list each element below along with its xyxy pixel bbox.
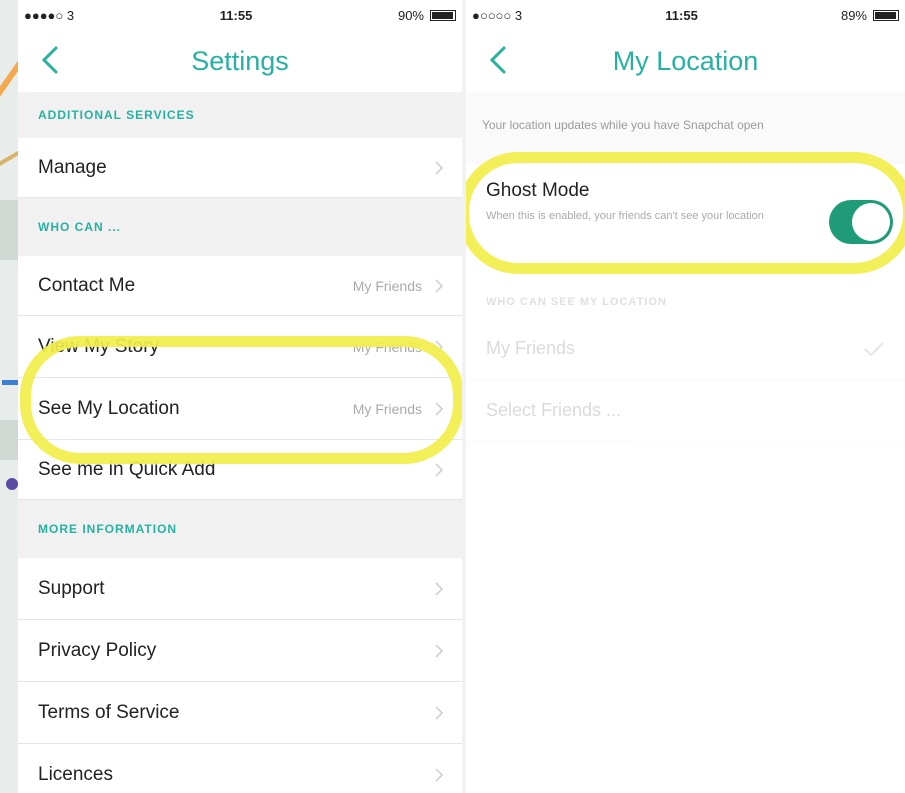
row-value: My Friends <box>352 338 422 355</box>
back-chevron-icon[interactable] <box>36 42 66 78</box>
row-label: Licences <box>38 763 113 785</box>
battery-percent: 89% <box>840 7 867 23</box>
row-label: Privacy Policy <box>38 639 157 661</box>
row-label: See My Location <box>38 397 180 419</box>
battery-icon <box>873 9 899 21</box>
signal-indicator: ●○○○○ 3 <box>472 7 523 23</box>
disabled-options: WHO CAN SEE MY LOCATION My Friends Selec… <box>466 264 905 442</box>
ghost-mode-row: Ghost Mode When this is enabled, your fr… <box>466 164 905 264</box>
location-info-text: Your location updates while you have Sna… <box>466 92 905 164</box>
ghost-mode-label: Ghost Mode <box>486 180 590 201</box>
my-location-screen: ●○○○○ 3 11:55 89% My Location Your locat… <box>466 0 905 793</box>
section-header: WHO CAN ... <box>18 198 462 256</box>
status-bar: ●●●●○ 3 11:55 90% <box>18 0 462 30</box>
settings-row-view-my-story[interactable]: View My Story My Friends <box>18 316 462 378</box>
map-block <box>0 200 18 260</box>
back-chevron-icon[interactable] <box>484 42 514 78</box>
chevron-right-icon <box>435 462 444 477</box>
map-road <box>0 135 18 169</box>
option-my-friends[interactable]: My Friends <box>466 318 905 380</box>
row-label: Manage <box>38 156 107 178</box>
status-time: 11:55 <box>219 7 253 23</box>
chevron-right-icon <box>435 401 444 416</box>
map-road <box>0 28 18 98</box>
status-time: 11:55 <box>665 7 698 23</box>
chevron-right-icon <box>435 339 444 354</box>
row-label: Contact Me <box>38 274 136 296</box>
chevron-right-icon <box>435 278 444 293</box>
option-label: My Friends <box>486 338 576 358</box>
section-header: MORE INFORMATION <box>18 500 462 558</box>
row-label: Terms of Service <box>38 701 180 723</box>
row-label: View My Story <box>38 335 160 357</box>
nav-bar: My Location <box>466 30 905 92</box>
row-label: Support <box>38 577 105 599</box>
section-header: WHO CAN SEE MY LOCATION <box>486 296 667 308</box>
chevron-right-icon <box>435 767 444 782</box>
chevron-right-icon <box>435 160 444 175</box>
signal-indicator: ●●●●○ 3 <box>24 7 75 23</box>
map-block <box>0 420 18 460</box>
settings-row-privacy-policy[interactable]: Privacy Policy <box>18 620 462 682</box>
settings-row-support[interactable]: Support <box>18 558 462 620</box>
option-select-friends[interactable]: Select Friends ... <box>466 380 905 442</box>
settings-row-see-my-location[interactable]: See My Location My Friends <box>18 378 462 440</box>
chevron-right-icon <box>435 643 444 658</box>
settings-row-quick-add[interactable]: See me in Quick Add <box>18 440 462 500</box>
row-value: My Friends <box>352 277 422 294</box>
row-label: See me in Quick Add <box>38 458 216 480</box>
battery-icon <box>430 9 456 21</box>
option-label: Select Friends ... <box>486 400 622 420</box>
settings-row-contact-me[interactable]: Contact Me My Friends <box>18 256 462 316</box>
settings-row-licences[interactable]: Licences <box>18 744 462 793</box>
ghost-mode-toggle[interactable] <box>829 200 893 244</box>
settings-row-manage[interactable]: Manage <box>18 138 462 198</box>
map-background <box>0 0 18 793</box>
chevron-right-icon <box>435 581 444 596</box>
row-value: My Friends <box>352 400 422 417</box>
toggle-knob <box>852 203 890 241</box>
checkmark-icon <box>864 341 884 356</box>
status-bar: ●○○○○ 3 11:55 89% <box>466 0 905 30</box>
map-pin-icon <box>6 478 18 490</box>
ghost-mode-description: When this is enabled, your friends can't… <box>486 210 764 222</box>
nav-bar: Settings <box>18 30 462 92</box>
map-route <box>2 380 18 385</box>
battery-percent: 90% <box>397 7 424 23</box>
chevron-right-icon <box>435 705 444 720</box>
section-header: ADDITIONAL SERVICES <box>18 92 462 138</box>
page-title: My Location <box>612 45 759 76</box>
page-title: Settings <box>191 45 289 76</box>
settings-screen: ●●●●○ 3 11:55 90% Settings ADDITIONAL SE… <box>18 0 462 793</box>
settings-row-terms-of-service[interactable]: Terms of Service <box>18 682 462 744</box>
